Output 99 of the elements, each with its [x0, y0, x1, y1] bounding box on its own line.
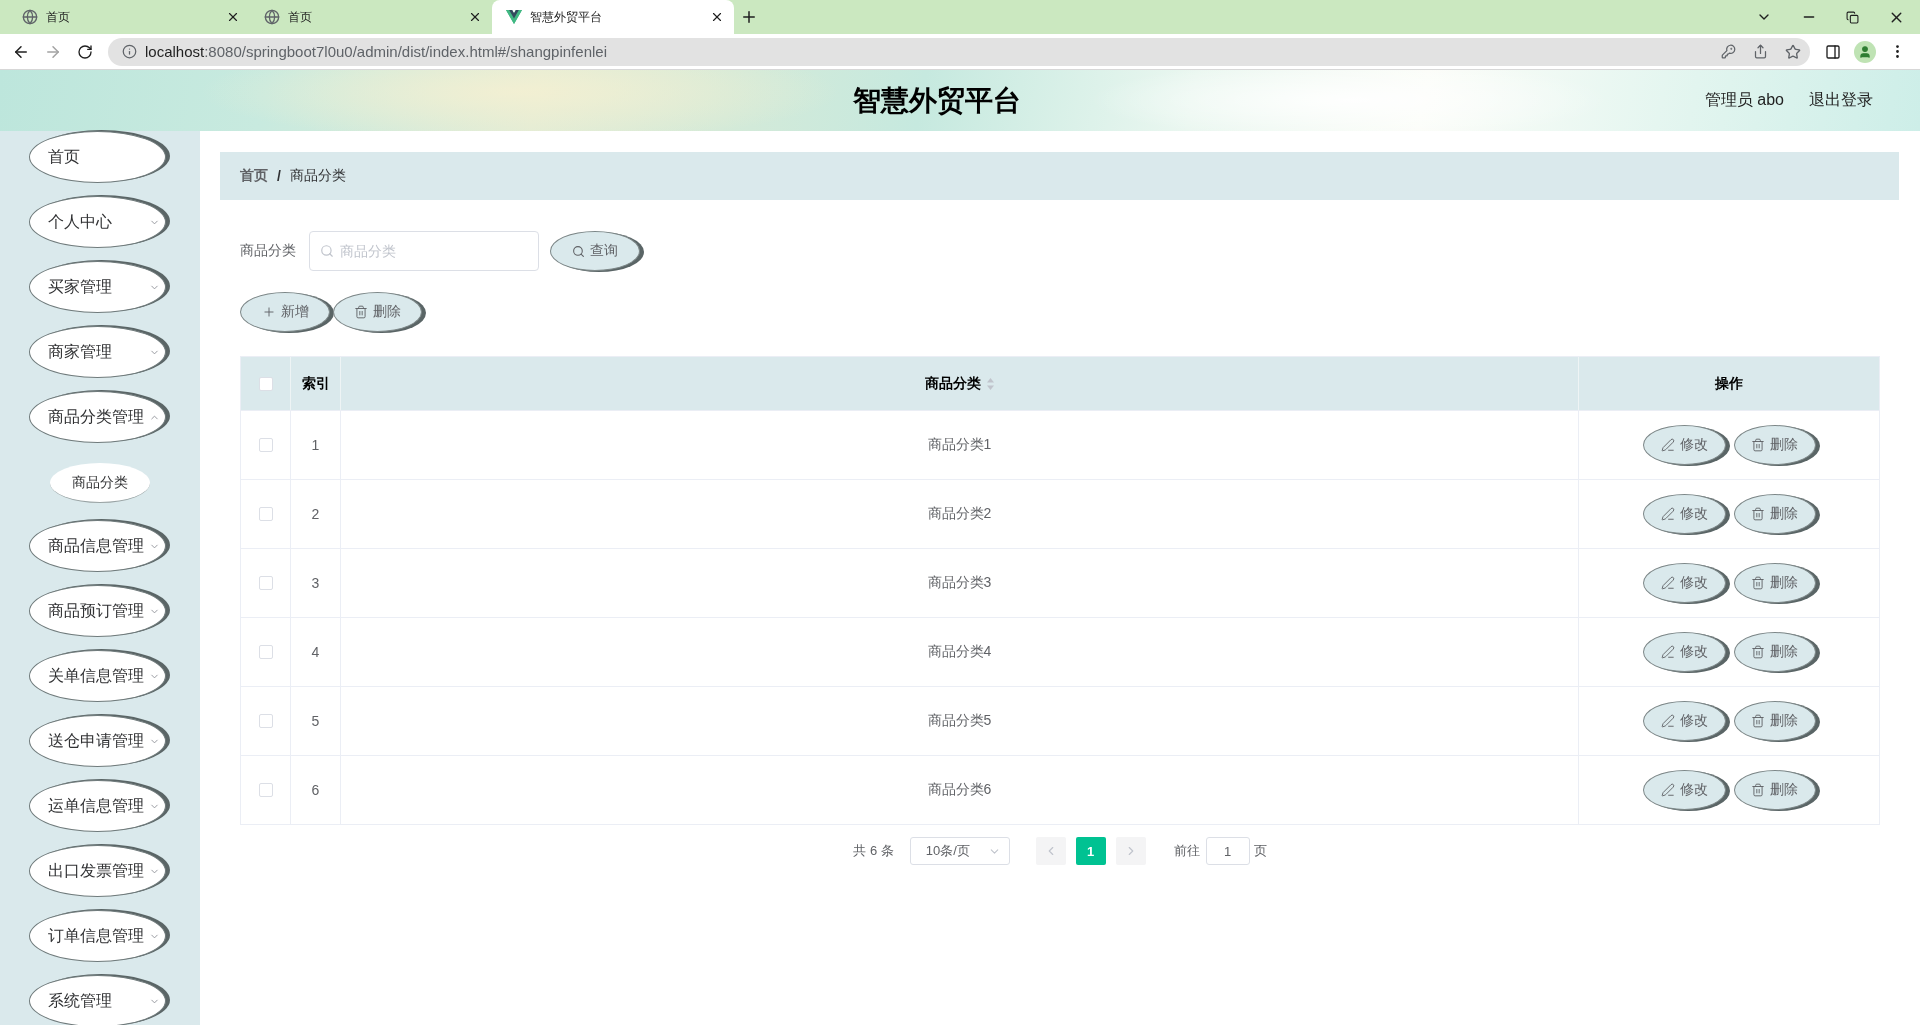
- trash-icon: [1751, 783, 1765, 797]
- trash-icon: [1751, 645, 1765, 659]
- sidebar-item[interactable]: 商品预订管理: [29, 585, 166, 637]
- user-name: 管理员 abo: [1704, 90, 1784, 110]
- query-button[interactable]: 查询: [550, 231, 640, 271]
- restore-icon[interactable]: [1846, 10, 1859, 24]
- trash-icon: [1751, 714, 1765, 728]
- delete-button[interactable]: 删除: [1733, 425, 1816, 465]
- table-cell: 3: [291, 549, 341, 617]
- edit-button[interactable]: 修改: [1642, 701, 1726, 741]
- edit-button[interactable]: 修改: [1642, 632, 1726, 672]
- v-logo-icon: [506, 10, 522, 24]
- trash-icon: [1751, 576, 1765, 590]
- breadcrumb-separator: /: [277, 168, 281, 184]
- field-label: 商品分类: [240, 242, 296, 260]
- sidebar-item[interactable]: 商家管理: [29, 326, 166, 378]
- search-icon: [572, 244, 585, 258]
- pen-icon: [1660, 438, 1675, 452]
- reload-icon[interactable]: [77, 43, 93, 60]
- table-cell: 商品分类1: [341, 411, 1579, 479]
- breadcrumb-current: 商品分类: [289, 167, 346, 185]
- table-cell: 商品分类6: [341, 756, 1579, 824]
- browser-tab[interactable]: 首页: [250, 0, 492, 34]
- table-cell: 4: [291, 618, 341, 686]
- row-checkbox[interactable]: [258, 438, 273, 452]
- share-icon[interactable]: [1753, 44, 1768, 59]
- table-cell: 商品分类4: [341, 618, 1579, 686]
- globe-icon: [264, 9, 280, 25]
- table-cell: 5: [291, 687, 341, 755]
- delete-button[interactable]: 删除: [333, 292, 422, 332]
- goto-label: 前往: [1173, 842, 1200, 860]
- close-icon[interactable]: [710, 10, 724, 24]
- row-checkbox[interactable]: [258, 645, 273, 659]
- page-input[interactable]: 1: [1205, 837, 1250, 865]
- pen-icon: [1660, 783, 1675, 797]
- edit-button[interactable]: 修改: [1642, 494, 1726, 534]
- row-checkbox[interactable]: [258, 714, 273, 728]
- search-field[interactable]: 商品分类: [309, 231, 539, 271]
- sidebar-item[interactable]: 运单信息管理: [29, 780, 166, 832]
- sidebar-item[interactable]: 个人中心: [29, 196, 166, 248]
- edit-button[interactable]: 修改: [1642, 425, 1726, 465]
- sidebar-item[interactable]: 首页: [29, 131, 166, 183]
- table-cell: 商品分类5: [341, 687, 1579, 755]
- edit-button[interactable]: 修改: [1642, 770, 1726, 810]
- browser-tab[interactable]: 首页: [8, 0, 250, 34]
- sidebar-item[interactable]: 关单信息管理: [29, 650, 166, 702]
- delete-button[interactable]: 删除: [1733, 563, 1816, 603]
- profile-avatar-icon[interactable]: [1854, 40, 1876, 63]
- sidebar-item[interactable]: 订单信息管理: [29, 910, 166, 962]
- key-icon[interactable]: [1721, 44, 1736, 59]
- trash-icon: [354, 305, 368, 319]
- add-button[interactable]: 新增: [240, 292, 330, 332]
- site-title: 智慧外贸平台: [852, 83, 1021, 118]
- page-size-select[interactable]: 10条/页: [909, 837, 1010, 865]
- delete-button[interactable]: 删除: [1733, 701, 1816, 741]
- side-panel-icon[interactable]: [1825, 43, 1841, 60]
- table-cell: 6: [291, 756, 341, 824]
- delete-button[interactable]: 删除: [1733, 632, 1816, 672]
- table-cell: 1: [291, 411, 341, 479]
- pen-icon: [1660, 645, 1675, 659]
- table-cell: 2: [291, 480, 341, 548]
- plus-icon[interactable]: [740, 8, 758, 26]
- sidebar-subitem[interactable]: 商品分类: [50, 463, 150, 503]
- address-bar[interactable]: localhost:8080/springboot7l0u0/admin/dist/index.html#/shangpinfenlei: [108, 37, 1810, 66]
- row-checkbox[interactable]: [258, 783, 273, 797]
- close-icon[interactable]: [226, 10, 240, 24]
- info-icon[interactable]: [122, 44, 137, 59]
- column-header: 操作: [1715, 374, 1743, 393]
- browser-tab[interactable]: 智慧外贸平台: [492, 0, 734, 34]
- search-icon: [320, 244, 334, 258]
- row-checkbox[interactable]: [258, 376, 273, 391]
- pen-icon: [1660, 507, 1675, 521]
- delete-button[interactable]: 删除: [1733, 770, 1816, 810]
- sidebar-item[interactable]: 送仓申请管理: [29, 715, 166, 767]
- edit-button[interactable]: 修改: [1642, 563, 1726, 603]
- breadcrumb-link[interactable]: 首页: [240, 167, 268, 185]
- page-suffix: 页: [1253, 842, 1267, 860]
- row-checkbox[interactable]: [258, 507, 273, 521]
- sidebar-item[interactable]: 买家管理: [29, 261, 166, 313]
- column-header[interactable]: 商品分类: [925, 374, 981, 393]
- sidebar-item[interactable]: 商品信息管理: [29, 520, 166, 572]
- delete-button[interactable]: 删除: [1733, 494, 1816, 534]
- trash-icon: [1751, 438, 1765, 452]
- sidebar-item[interactable]: 出口发票管理: [29, 845, 166, 897]
- table-cell: 商品分类3: [341, 549, 1579, 617]
- star-icon[interactable]: [1785, 43, 1801, 60]
- table-cell: 商品分类2: [341, 480, 1579, 548]
- pen-icon: [1660, 576, 1675, 590]
- plus-icon: [261, 305, 276, 319]
- sidebar-item[interactable]: 商品分类管理: [29, 391, 166, 443]
- total-count: 共 6 条: [853, 842, 894, 860]
- trash-icon: [1751, 507, 1765, 521]
- column-header: 索引: [301, 374, 330, 393]
- globe-icon: [22, 9, 38, 25]
- close-icon[interactable]: [468, 10, 482, 24]
- row-checkbox[interactable]: [258, 576, 273, 590]
- logout-link[interactable]: 退出登录: [1809, 90, 1873, 111]
- sidebar-item[interactable]: 系统管理: [29, 975, 166, 1025]
- pen-icon: [1660, 714, 1675, 728]
